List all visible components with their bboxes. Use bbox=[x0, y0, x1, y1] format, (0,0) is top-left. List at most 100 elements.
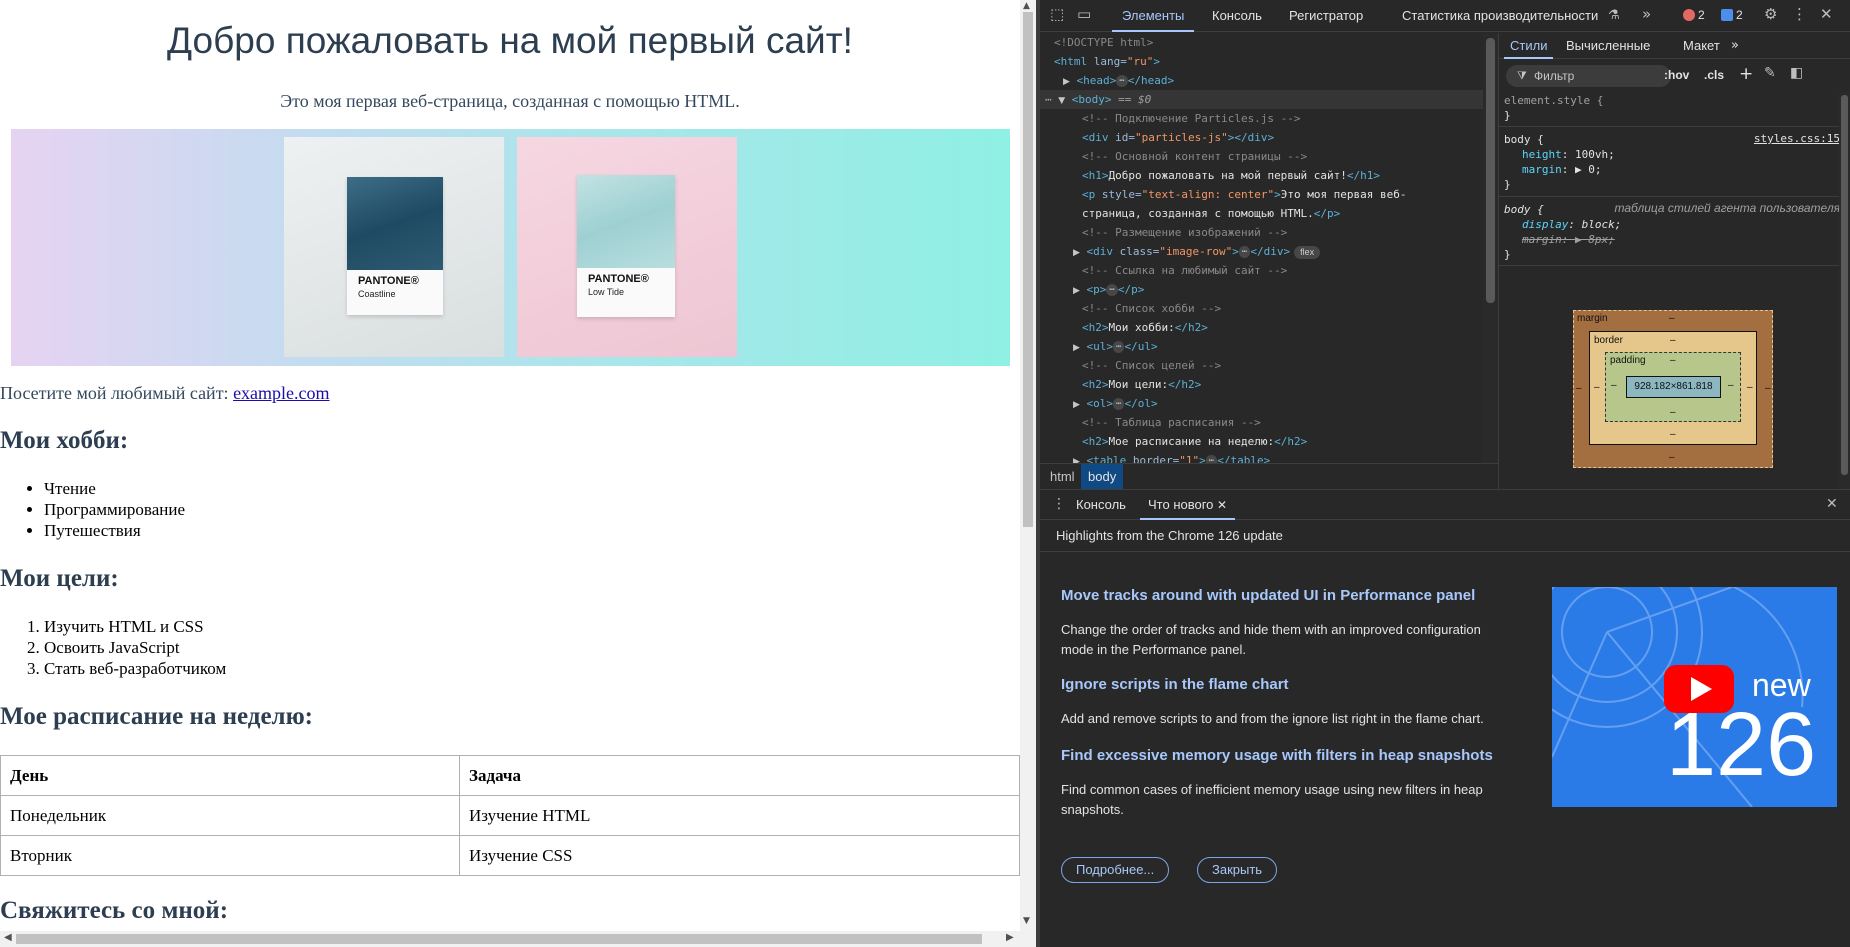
favorite-site-link[interactable]: example.com bbox=[233, 383, 329, 403]
tab-recorder[interactable]: Регистратор bbox=[1289, 0, 1363, 32]
scroll-up-icon[interactable]: ▲ bbox=[1023, 1, 1030, 11]
breadcrumb-body[interactable]: body bbox=[1081, 464, 1124, 489]
tree-line[interactable]: <!-- Основной контент страницы --> bbox=[1082, 147, 1307, 166]
tree-line[interactable]: <!-- Список целей --> bbox=[1082, 356, 1221, 375]
add-rule-icon[interactable]: + bbox=[1739, 64, 1753, 84]
whats-new-item-title[interactable]: Ignore scripts in the flame chart bbox=[1061, 676, 1289, 693]
page-vertical-scrollbar[interactable]: ▲ ▼ bbox=[1020, 0, 1036, 947]
tree-line[interactable]: страница, созданная с помощью HTML.</p> bbox=[1082, 204, 1340, 223]
more-tabs-icon[interactable]: » bbox=[1642, 5, 1651, 23]
learn-more-button[interactable]: Подробнее... bbox=[1061, 857, 1170, 883]
whats-new-item-title[interactable]: Move tracks around with updated UI in Pe… bbox=[1061, 587, 1475, 604]
box-model-padding[interactable]: padding – – – – 928.182×861.818 bbox=[1605, 352, 1741, 422]
tree-line[interactable]: <!-- Подключение Particles.js --> bbox=[1082, 109, 1301, 128]
gear-icon[interactable]: ⚙ bbox=[1764, 5, 1777, 23]
expand-arrow-icon[interactable]: ▶ bbox=[1073, 248, 1080, 258]
page-horizontal-scrollbar[interactable]: ◀ ▶ bbox=[0, 931, 1020, 947]
close-tab-icon[interactable]: ✕ bbox=[1217, 498, 1227, 512]
expand-arrow-icon[interactable]: ▶ bbox=[1073, 286, 1080, 296]
tree-line[interactable]: <!-- Таблица расписания --> bbox=[1082, 413, 1261, 432]
whats-new-item-desc: Add and remove scripts to and from the i… bbox=[1061, 711, 1484, 726]
tab-elements[interactable]: Элементы bbox=[1112, 0, 1195, 32]
ellipsis-icon[interactable]: ⋯ bbox=[1205, 455, 1218, 463]
tree-line[interactable]: <!-- Ссылка на любимый сайт --> bbox=[1082, 261, 1287, 280]
chrome-126-promo-image[interactable]: new 126 bbox=[1552, 587, 1837, 807]
tree-line[interactable]: <!-- Список хобби --> bbox=[1082, 299, 1221, 318]
expand-arrow-icon[interactable]: ▶ bbox=[1063, 77, 1070, 87]
drawer-tab-whats-new[interactable]: Что нового ✕ bbox=[1140, 490, 1236, 520]
more-icon[interactable]: ⋯ bbox=[1045, 93, 1052, 106]
box-model-margin[interactable]: margin – – – – border – – – – padding – … bbox=[1573, 310, 1773, 468]
flex-badge[interactable]: flex bbox=[1294, 246, 1321, 259]
ellipsis-icon[interactable]: ⋯ bbox=[1116, 75, 1128, 87]
tree-line[interactable]: <!DOCTYPE html> bbox=[1054, 33, 1153, 52]
tab-layout[interactable]: Макет bbox=[1683, 33, 1720, 59]
errors-badge[interactable]: 2 bbox=[1683, 8, 1705, 22]
more-tabs-icon[interactable]: » bbox=[1731, 33, 1739, 59]
tab-performance-insights[interactable]: Статистика производительности bbox=[1402, 0, 1598, 32]
tree-line[interactable]: ▶ <ol> ⋯ </ol> bbox=[1073, 394, 1158, 413]
tree-line[interactable]: ▶ <div class="image-row"> ⋯ </div> flex bbox=[1073, 242, 1321, 261]
tree-line[interactable]: <h2>Мои хобби:</h2> bbox=[1082, 318, 1208, 337]
scroll-down-icon[interactable]: ▼ bbox=[1023, 916, 1030, 926]
styles-scrollbar[interactable] bbox=[1839, 91, 1850, 489]
box-model-border[interactable]: border – – – – padding – – – – 928.182×8… bbox=[1589, 331, 1757, 445]
tree-line[interactable]: <p style="text-align: center">Это моя пе… bbox=[1082, 185, 1407, 204]
ellipsis-icon[interactable]: ⋯ bbox=[1238, 246, 1251, 258]
css-rule-body[interactable]: body { bbox=[1504, 132, 1544, 147]
tab-styles[interactable]: Стили bbox=[1504, 33, 1554, 59]
breadcrumb-html[interactable]: html bbox=[1043, 464, 1082, 489]
drawer-menu-icon[interactable]: ⋮ bbox=[1052, 496, 1066, 512]
tree-line-selected[interactable]: ⋯ ▼ <body> == $0 bbox=[1040, 90, 1483, 109]
scroll-left-icon[interactable]: ◀ bbox=[4, 932, 12, 943]
tree-line[interactable]: <div id="particles-js"></div> bbox=[1082, 128, 1274, 147]
stylesheet-link[interactable]: styles.css:15 bbox=[1754, 132, 1840, 145]
inspect-element-icon[interactable]: ⬚ bbox=[1050, 5, 1064, 23]
collapse-arrow-icon[interactable]: ▼ bbox=[1058, 96, 1065, 106]
css-declaration[interactable]: height: 100vh; bbox=[1522, 147, 1615, 162]
tree-line[interactable]: <html lang="ru"> bbox=[1054, 52, 1160, 71]
tree-line[interactable]: <h2>Мое расписание на неделю:</h2> bbox=[1082, 432, 1307, 451]
css-declaration[interactable]: margin: ▶ 0; bbox=[1522, 162, 1602, 177]
class-toggle[interactable]: .cls bbox=[1704, 68, 1724, 82]
scroll-right-icon[interactable]: ▶ bbox=[1006, 932, 1014, 943]
intro-paragraph: Это моя первая веб-страница, созданная с… bbox=[280, 91, 740, 111]
tree-line[interactable]: <h1>Добро пожаловать на мой первый сайт!… bbox=[1082, 166, 1380, 185]
more-options-icon[interactable]: ⋮ bbox=[1792, 5, 1807, 23]
tree-line[interactable]: ▶ <p> ⋯ </p> bbox=[1073, 280, 1144, 299]
expand-arrow-icon[interactable]: ▶ bbox=[1073, 400, 1080, 410]
box-model-content[interactable]: 928.182×861.818 bbox=[1626, 376, 1721, 398]
device-toolbar-icon[interactable]: ▭ bbox=[1077, 5, 1091, 23]
devtools-panel: ⬚ ▭ Элементы Консоль Регистратор Статист… bbox=[1040, 0, 1850, 947]
scrollbar-thumb[interactable] bbox=[1486, 38, 1495, 303]
tree-line[interactable]: ▶ <ul> ⋯ </ul> bbox=[1073, 337, 1158, 356]
ellipsis-icon[interactable]: ⋯ bbox=[1106, 284, 1118, 296]
tree-line[interactable]: ▶ <head> ⋯ </head> bbox=[1063, 71, 1174, 90]
tab-console[interactable]: Консоль bbox=[1212, 0, 1262, 32]
scrollbar-thumb[interactable] bbox=[1841, 95, 1848, 475]
ellipsis-icon[interactable]: ⋯ bbox=[1113, 398, 1125, 410]
expand-arrow-icon[interactable]: ▶ bbox=[1073, 343, 1080, 353]
tree-line[interactable]: ▶ <table border="1"> ⋯ </table> bbox=[1073, 451, 1270, 463]
tree-line[interactable]: <h2>Мои цели:</h2> bbox=[1082, 375, 1201, 394]
scrollbar-thumb[interactable] bbox=[1023, 12, 1033, 527]
close-icon[interactable]: ✕ bbox=[1820, 5, 1833, 23]
tab-computed[interactable]: Вычисленные bbox=[1566, 33, 1650, 59]
close-drawer-icon[interactable]: ✕ bbox=[1826, 496, 1838, 512]
element-style-rule[interactable]: element.style {} bbox=[1504, 93, 1603, 123]
drawer-tab-console[interactable]: Консоль bbox=[1076, 490, 1126, 520]
close-button[interactable]: Закрыть bbox=[1197, 857, 1278, 883]
sidebar-toggle-icon[interactable]: ◧ bbox=[1790, 65, 1803, 81]
messages-badge[interactable]: 2 bbox=[1721, 8, 1743, 22]
paint-icon[interactable]: ✎ bbox=[1764, 65, 1776, 81]
css-rule-body-ua[interactable]: body { bbox=[1504, 202, 1544, 217]
message-icon bbox=[1721, 9, 1733, 21]
tree-line[interactable]: <!-- Размещение изображений --> bbox=[1082, 223, 1287, 242]
hover-toggle[interactable]: :hov bbox=[1664, 68, 1689, 82]
ellipsis-icon[interactable]: ⋯ bbox=[1113, 341, 1125, 353]
scrollbar-thumb[interactable] bbox=[16, 934, 982, 944]
whats-new-item-title[interactable]: Find excessive memory usage with filters… bbox=[1061, 747, 1493, 764]
styles-filter-input[interactable]: ⧩ Фильтр bbox=[1506, 65, 1671, 87]
elements-scrollbar[interactable] bbox=[1483, 33, 1498, 463]
text-node: Мои цели: bbox=[1108, 378, 1169, 391]
